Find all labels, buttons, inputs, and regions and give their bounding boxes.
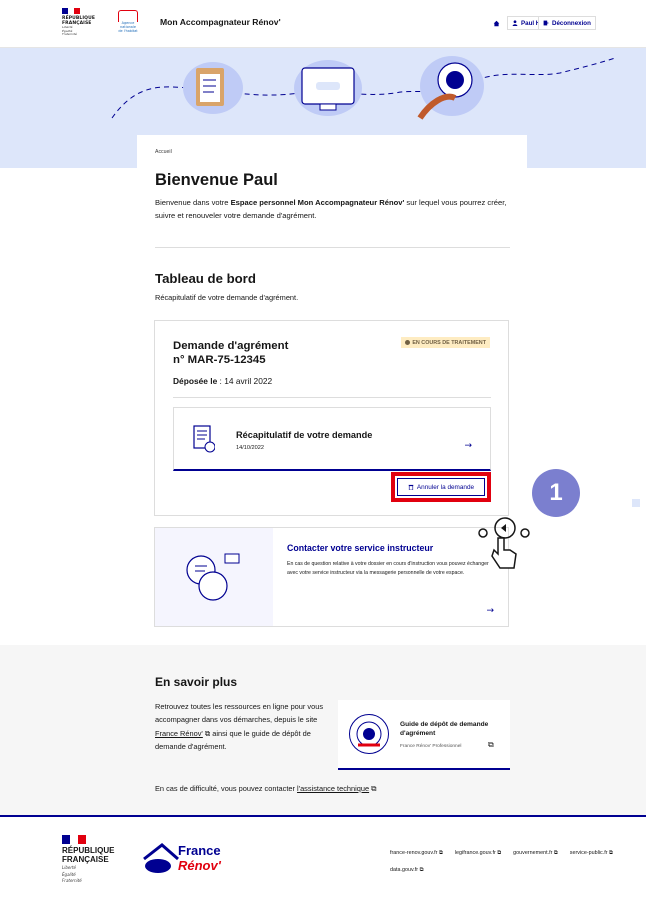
deposit-date: Déposée le : 14 avril 2022	[173, 376, 272, 386]
intro-text: Bienvenue dans votre	[155, 198, 231, 207]
contact-text: En cas de question relative à votre doss…	[287, 561, 489, 576]
france-renov-seal-icon	[349, 714, 389, 754]
logout-button[interactable]: Déconnexion	[538, 16, 596, 30]
recap-card[interactable]: Récapitulatif de votre demande 14/10/202…	[173, 407, 491, 471]
learn-more-title: En savoir plus	[155, 675, 238, 689]
status-badge: EN COURS DE TRAITEMENT	[401, 337, 490, 348]
clock-icon	[405, 340, 411, 345]
contact-title: Contacter votre service instructeur	[287, 543, 434, 553]
anah-logo-line: de l'habitat	[118, 28, 138, 33]
footer-link[interactable]: france-renov.gouv.fr ⧉	[390, 850, 443, 857]
cancel-request-button[interactable]: Annuler la demande	[397, 478, 485, 496]
status-label: EN COURS DE TRAITEMENT	[412, 339, 486, 346]
brand-line: Rénov'	[178, 858, 221, 873]
page-title: Bienvenue Paul	[155, 171, 278, 189]
trash-icon	[408, 484, 414, 490]
divider	[155, 247, 510, 248]
deposit-date-label: Déposée le	[173, 376, 218, 386]
external-link-icon: ⧉	[369, 784, 377, 793]
learn-more-text-part: Retrouvez toutes les ressources en ligne…	[155, 702, 324, 725]
footer-links: france-renov.gouv.fr ⧉ legifrance.gouv.f…	[390, 850, 630, 874]
app-title[interactable]: Mon Accompagnateur Rénov'	[160, 17, 281, 27]
gov-motto-line: Fraternité	[62, 32, 77, 36]
home-button[interactable]	[488, 16, 504, 30]
guide-subtitle: France Rénov' Professionnel	[400, 744, 462, 749]
site-footer: RÉPUBLIQUE FRANÇAISE Liberté Égalité Fra…	[0, 815, 646, 899]
demande-number: n° MAR-75-12345	[173, 354, 266, 366]
footer-link[interactable]: legifrance.gouv.fr ⧉	[455, 850, 501, 857]
document-icon	[193, 425, 215, 453]
gov-motto-line: Fraternité	[62, 878, 82, 883]
anah-logo[interactable]: Agence nationale de l'habitat	[114, 10, 142, 38]
step-number-badge: 1	[532, 469, 580, 517]
learn-more-section: En savoir plus Retrouvez toutes les ress…	[0, 645, 646, 815]
guide-title: Guide de dépôt de demande d'agrément	[400, 721, 489, 737]
assistance-prefix: En cas de difficulté, vous pouvez contac…	[155, 784, 298, 793]
intro-bold: Espace personnel Mon Accompagnateur Réno…	[230, 198, 405, 207]
arrow-right-icon: →	[464, 441, 472, 451]
recap-date: 14/10/2022	[236, 445, 264, 451]
recap-title: Récapitulatif de votre demande	[236, 430, 373, 440]
france-renov-roof-icon	[143, 843, 179, 873]
breadcrumb[interactable]: Accueil	[155, 149, 172, 155]
divider	[173, 397, 491, 398]
footer-link[interactable]: data.gouv.fr ⧉	[390, 867, 423, 874]
brand-line: France	[178, 843, 221, 858]
assistance-text: En cas de difficulté, vous pouvez contac…	[155, 784, 376, 794]
logout-icon	[543, 20, 549, 26]
main-content: Accueil Bienvenue Paul Bienvenue dans vo…	[137, 135, 527, 647]
demande-title: Demande d'agrément n° MAR-75-12345	[173, 339, 288, 367]
home-icon	[493, 20, 499, 26]
side-marker	[632, 499, 640, 507]
learn-more-text: Retrouvez toutes les ressources en ligne…	[155, 700, 333, 753]
demande-title-line: Demande d'agrément	[173, 340, 289, 352]
contact-card[interactable]: Contacter votre service instructeur En c…	[154, 527, 509, 627]
cancel-request-label: Annuler la demande	[416, 483, 475, 491]
chat-bubbles-icon	[186, 553, 240, 601]
welcome-intro: Bienvenue dans votre Espace personnel Mo…	[155, 197, 515, 222]
site-header: RÉPUBLIQUE FRANÇAISE Liberté Égalité Fra…	[0, 0, 646, 48]
french-flag-icon	[62, 835, 86, 844]
external-link-icon: ⧉	[488, 740, 494, 749]
guide-card[interactable]: Guide de dépôt de demande d'agrément Fra…	[338, 700, 510, 770]
dashboard-title: Tableau de bord	[155, 271, 256, 286]
arrow-right-icon: →	[486, 606, 494, 616]
france-renov-link[interactable]: France Rénov'	[155, 729, 203, 738]
french-flag-icon	[62, 8, 80, 14]
gov-motto-line: Égalité	[62, 871, 76, 877]
gov-brand-line: FRANÇAISE	[62, 854, 109, 864]
france-renov-logo[interactable]: France Rénov'	[140, 839, 240, 879]
contact-illustration	[155, 528, 273, 626]
deposit-date-value: : 14 avril 2022	[217, 376, 273, 386]
dashboard-subtitle: Récapitulatif de votre demande d'agrémen…	[155, 293, 299, 302]
footer-link[interactable]: gouvernement.fr ⧉	[513, 850, 558, 857]
gov-motto-line: Liberté	[62, 865, 77, 870]
footer-republique-logo[interactable]: RÉPUBLIQUE FRANÇAISE Liberté Égalité Fra…	[62, 835, 114, 884]
republique-francaise-logo[interactable]: RÉPUBLIQUE FRANÇAISE Liberté Égalité Fra…	[62, 8, 100, 40]
footer-link[interactable]: service-public.fr ⧉	[570, 850, 613, 857]
user-icon	[512, 20, 518, 26]
assistance-link[interactable]: l'assistance technique	[297, 784, 369, 793]
logout-label: Déconnexion	[552, 19, 591, 27]
hand-pointer-icon	[478, 517, 530, 569]
